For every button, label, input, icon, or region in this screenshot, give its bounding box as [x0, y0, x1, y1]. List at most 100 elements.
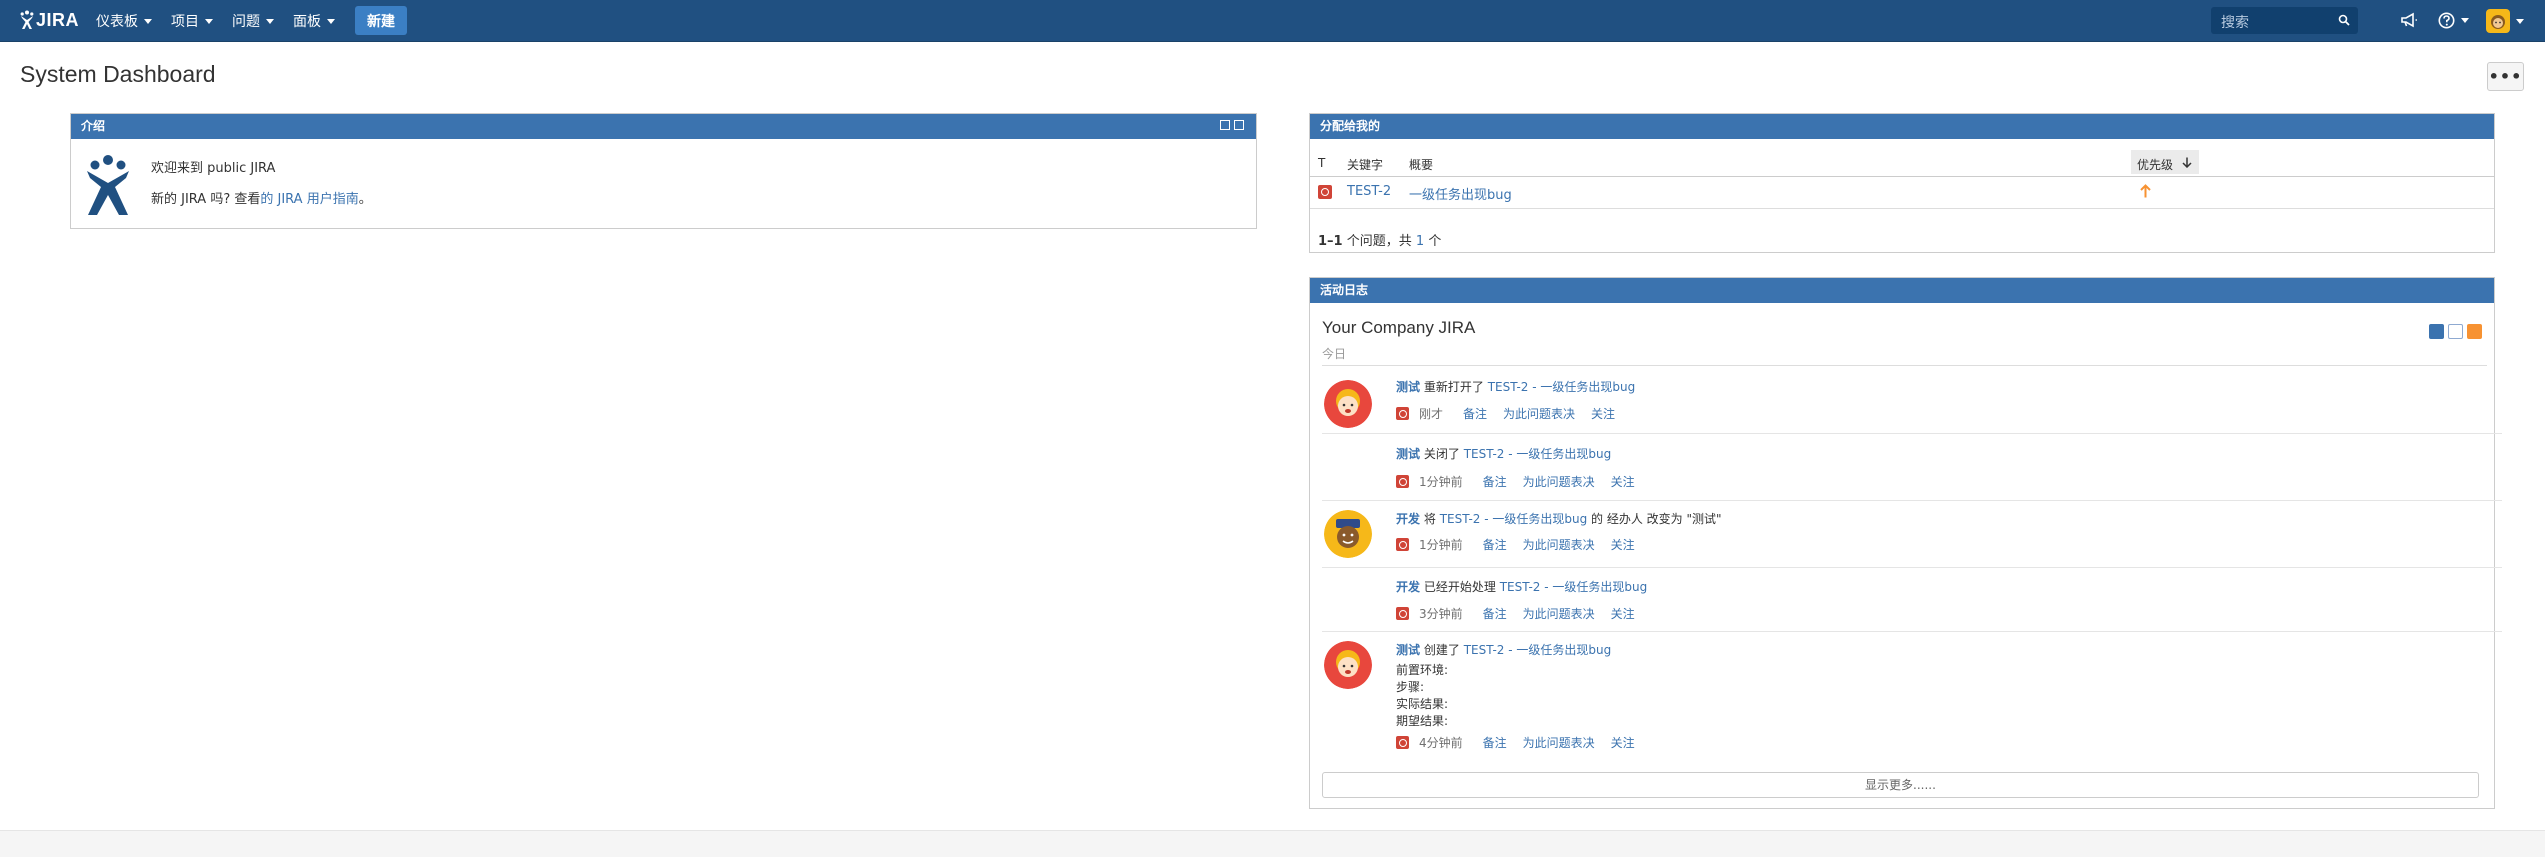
user-profile-menu[interactable]	[2486, 9, 2524, 33]
list-view-icon[interactable]	[2448, 324, 2463, 339]
nav-boards-menu[interactable]: 面板	[293, 11, 335, 31]
activity-issue-link[interactable]: TEST-2 - 一级任务出现bug	[1464, 643, 1612, 657]
watch-link[interactable]: 关注	[1611, 473, 1635, 490]
comment-link[interactable]: 备注	[1483, 536, 1507, 553]
watch-link[interactable]: 关注	[1611, 734, 1635, 751]
rss-feed-icon[interactable]	[2467, 324, 2482, 339]
issue-key-link[interactable]: TEST-2	[1347, 184, 1391, 199]
activity-user-link[interactable]: 开发	[1396, 512, 1420, 526]
create-issue-button[interactable]: 新建	[355, 6, 407, 35]
search-icon[interactable]	[2338, 14, 2350, 26]
vote-link[interactable]: 为此问题表决	[1523, 734, 1595, 751]
activity-gadget-title: 活动日志	[1320, 283, 1369, 297]
watch-link[interactable]: 关注	[1591, 405, 1615, 422]
help-icon	[2438, 12, 2455, 29]
activity-issue-link[interactable]: TEST-2 - 一级任务出现bug	[1464, 447, 1612, 461]
column-type[interactable]: T	[1318, 156, 1325, 170]
activity-text: 测试 关闭了 TEST-2 - 一级任务出现bug	[1396, 445, 1611, 462]
jira-logo[interactable]: JIRA	[20, 9, 79, 31]
more-options-button[interactable]: •••	[2487, 62, 2524, 91]
comment-link[interactable]: 备注	[1483, 734, 1507, 751]
vote-link[interactable]: 为此问题表决	[1523, 536, 1595, 553]
comment-link[interactable]: 备注	[1483, 473, 1507, 490]
intro-welcome-text: 欢迎来到 public JIRA	[151, 161, 276, 176]
watch-link[interactable]: 关注	[1611, 536, 1635, 553]
column-summary[interactable]: 概要	[1409, 156, 1433, 173]
column-priority: 优先级	[2137, 158, 2174, 172]
vote-link[interactable]: 为此问题表决	[1503, 405, 1575, 422]
table-row[interactable]: TEST-2 一级任务出现bug	[1310, 176, 2494, 209]
nav-boards-label: 面板	[293, 14, 321, 30]
user-avatar	[2486, 9, 2510, 33]
activity-user-link[interactable]: 测试	[1396, 447, 1420, 461]
column-priority-sorted[interactable]: 优先级	[2131, 150, 2199, 174]
activity-verb: 创建了	[1423, 643, 1460, 657]
bug-icon	[1318, 185, 1332, 199]
bug-icon	[1396, 538, 1409, 551]
top-navigation-bar: JIRA 仪表板 项目 问题 面板 新建 搜索	[0, 0, 2545, 42]
bug-icon	[1396, 607, 1409, 620]
activity-issue-link[interactable]: TEST-2 - 一级任务出现bug	[1440, 512, 1588, 526]
test-user-avatar[interactable]	[1324, 641, 1372, 689]
nav-projects-menu[interactable]: 项目	[171, 11, 213, 31]
issue-count-total-link[interactable]: 1	[1416, 234, 1424, 249]
activity-meta: 1分钟前 备注 为此问题表决 关注	[1396, 473, 1651, 490]
activity-verb: 重新打开了	[1423, 380, 1484, 394]
intro-gadget: 介绍 欢迎来到 public JIRA 新的 JIRA 吗? 查看的 JIRA …	[70, 113, 1257, 229]
help-menu[interactable]	[2438, 12, 2469, 29]
comment-link[interactable]: 备注	[1483, 605, 1507, 622]
notifications-megaphone-icon[interactable]	[2400, 11, 2418, 29]
nav-dashboards-menu[interactable]: 仪表板	[96, 11, 152, 31]
jira-mascot-icon	[87, 155, 129, 215]
priority-high-arrow-up-icon	[2140, 184, 2151, 198]
nav-issues-menu[interactable]: 问题	[232, 11, 274, 31]
comment-link[interactable]: 备注	[1463, 405, 1487, 422]
maximize-icon[interactable]	[1220, 120, 1230, 130]
activity-text: 开发 已经开始处理 TEST-2 - 一级任务出现bug	[1396, 578, 1647, 595]
issue-summary-link[interactable]: 一级任务出现bug	[1409, 184, 1512, 203]
activity-text: 测试 创建了 TEST-2 - 一级任务出现bug	[1396, 641, 1611, 658]
page-title: System Dashboard	[20, 61, 216, 87]
intro-gadget-title: 介绍	[81, 119, 106, 133]
bug-icon	[1396, 736, 1409, 749]
description-line: 步骤:	[1396, 680, 1425, 694]
activity-meta: 4分钟前 备注 为此问题表决 关注	[1396, 734, 1651, 751]
chevron-down-icon	[266, 18, 274, 24]
test-user-avatar[interactable]	[1324, 380, 1372, 428]
user-guide-link[interactable]: 的 JIRA 用户指南	[260, 192, 358, 207]
search-placeholder: 搜索	[2221, 15, 2249, 31]
full-view-icon[interactable]	[2429, 324, 2444, 339]
nav-projects-label: 项目	[171, 14, 199, 30]
intro-guide-suffix: 。	[358, 192, 372, 207]
column-key[interactable]: 关键字	[1347, 156, 1383, 173]
activity-time: 1分钟前	[1419, 538, 1463, 552]
chevron-down-icon	[327, 18, 335, 24]
activity-entry: 开发 将 TEST-2 - 一级任务出现bug 的 经办人 改变为 "测试" 1…	[1322, 500, 2502, 568]
intro-guide-text: 新的 JIRA 吗? 查看的 JIRA 用户指南。	[151, 188, 372, 207]
activity-entry: 测试 关闭了 TEST-2 - 一级任务出现bug 1分钟前 备注 为此问题表决…	[1322, 433, 2502, 501]
activity-issue-link[interactable]: TEST-2 - 一级任务出现bug	[1500, 580, 1648, 594]
vote-link[interactable]: 为此问题表决	[1523, 473, 1595, 490]
description-line: 前置环境:	[1396, 663, 1449, 677]
search-input[interactable]: 搜索	[2211, 7, 2358, 34]
jira-logo-icon	[20, 10, 34, 29]
activity-issue-link[interactable]: TEST-2 - 一级任务出现bug	[1488, 380, 1636, 394]
nav-issues-label: 问题	[232, 14, 260, 30]
activity-user-link[interactable]: 测试	[1396, 643, 1420, 657]
watch-link[interactable]: 关注	[1611, 605, 1635, 622]
intro-gadget-header: 介绍	[71, 114, 1256, 139]
activity-user-link[interactable]: 测试	[1396, 380, 1420, 394]
gadget-menu-icon[interactable]	[1234, 120, 1244, 130]
chevron-down-icon	[205, 18, 213, 24]
activity-verb: 将	[1423, 512, 1436, 526]
page-footer	[0, 830, 2545, 857]
logo-text: JIRA	[36, 9, 80, 30]
vote-link[interactable]: 为此问题表决	[1523, 605, 1595, 622]
show-more-button[interactable]: 显示更多......	[1322, 772, 2479, 798]
activity-time: 1分钟前	[1419, 475, 1463, 489]
activity-meta: 刚才 备注 为此问题表决 关注	[1396, 405, 1631, 422]
dev-user-avatar[interactable]	[1324, 510, 1372, 558]
issue-count-text-a: 个问题，共	[1346, 234, 1412, 249]
activity-user-link[interactable]: 开发	[1396, 580, 1420, 594]
activity-gadget-header: 活动日志	[1310, 278, 2494, 303]
